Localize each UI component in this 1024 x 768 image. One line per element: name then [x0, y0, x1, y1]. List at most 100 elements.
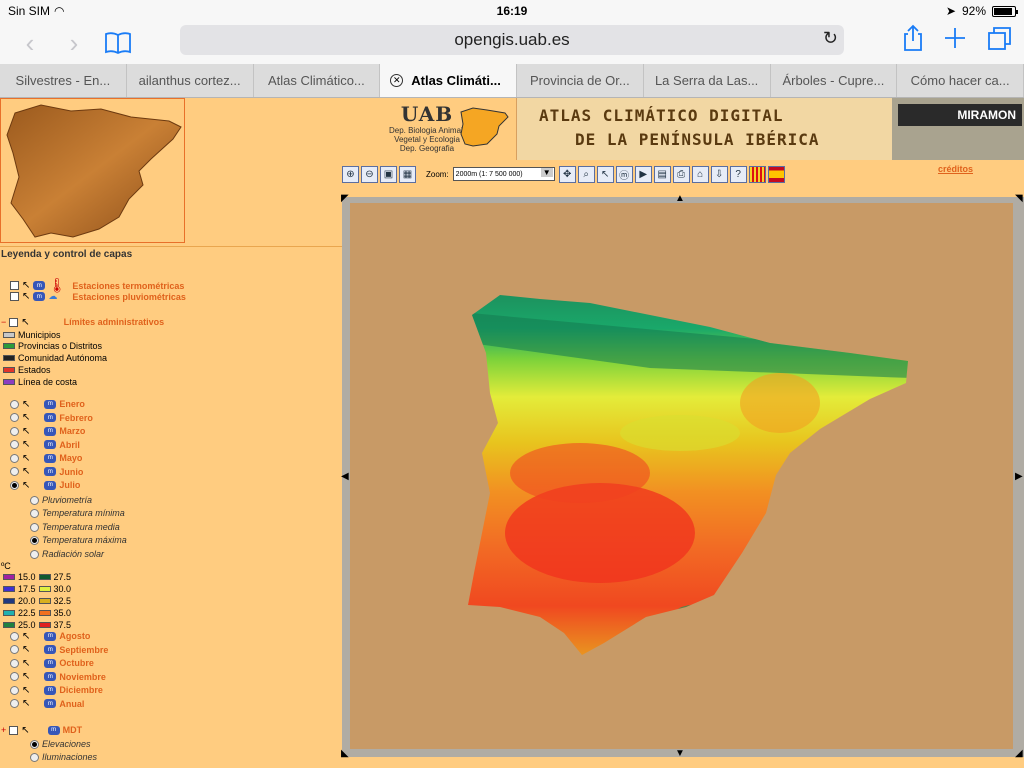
- layer-name[interactable]: MDT: [63, 725, 83, 735]
- layer-info-icon[interactable]: m: [47, 725, 60, 735]
- forward-button[interactable]: ›: [52, 26, 96, 60]
- new-tab-icon[interactable]: [942, 24, 968, 57]
- pointer-icon[interactable]: ↖: [22, 440, 30, 450]
- download-icon[interactable]: ⇩: [710, 165, 728, 183]
- month-radio[interactable]: [10, 672, 19, 681]
- tab-como-hacer[interactable]: Cómo hacer ca...: [897, 64, 1024, 97]
- layer-info-icon[interactable]: m: [44, 645, 57, 654]
- zoom-select[interactable]: 2000m (1: 7 500 000): [452, 167, 555, 181]
- layer-info-icon[interactable]: m: [44, 658, 57, 668]
- mdt-radio[interactable]: [30, 739, 39, 749]
- pan-southwest-icon[interactable]: ◣: [341, 748, 349, 759]
- layer-checkbox[interactable]: [10, 281, 19, 290]
- month-name[interactable]: Julio: [59, 480, 80, 490]
- month-name[interactable]: Agosto: [59, 631, 90, 641]
- pan-northeast-icon[interactable]: ◥: [1015, 193, 1023, 204]
- variable-radio[interactable]: [30, 495, 39, 505]
- mdt-radio[interactable]: [30, 752, 39, 762]
- layer-info-icon[interactable]: m: [33, 292, 46, 301]
- language-spanish-icon[interactable]: [767, 165, 785, 183]
- reload-icon[interactable]: ↻: [823, 28, 838, 49]
- variable-radio[interactable]: [30, 549, 39, 559]
- variable-radio[interactable]: [30, 508, 39, 518]
- layer-info-icon[interactable]: m: [44, 467, 57, 476]
- expand-icon[interactable]: +: [1, 725, 6, 735]
- month-radio[interactable]: [10, 413, 19, 422]
- pointer-icon[interactable]: ↖: [22, 631, 30, 641]
- month-name[interactable]: Enero: [59, 399, 85, 409]
- month-radio[interactable]: [10, 426, 19, 436]
- pointer-icon[interactable]: ↖: [22, 453, 30, 463]
- pointer-icon[interactable]: ↖: [22, 467, 30, 477]
- zoom-window-icon[interactable]: ⌕: [577, 165, 595, 183]
- layer-info-icon[interactable]: m: [44, 413, 57, 422]
- query-icon[interactable]: ↖: [596, 165, 614, 183]
- pan-east-icon[interactable]: ▶: [1015, 471, 1023, 482]
- tab-atlas-active[interactable]: ✕ Atlas Climáti...: [380, 64, 517, 97]
- back-button[interactable]: ‹: [8, 26, 52, 60]
- month-name[interactable]: Noviembre: [59, 672, 106, 682]
- pan-southeast-icon[interactable]: ◢: [1015, 748, 1023, 759]
- variable-radio[interactable]: [30, 535, 39, 545]
- month-radio[interactable]: [10, 685, 19, 695]
- links-icon[interactable]: ▤: [653, 165, 671, 183]
- month-radio[interactable]: [10, 453, 19, 463]
- month-name[interactable]: Marzo: [59, 426, 85, 436]
- miramon-logo[interactable]: MIRAMON: [898, 104, 1022, 126]
- pointer-icon[interactable]: ↖: [21, 725, 29, 735]
- miramon-info-icon[interactable]: ⓜ: [615, 165, 633, 183]
- tab-atlas-1[interactable]: Atlas Climático...: [254, 64, 381, 97]
- pointer-icon[interactable]: ↖: [22, 658, 30, 668]
- layer-info-icon[interactable]: m: [33, 281, 46, 290]
- tab-silvestres[interactable]: Silvestres - En...: [0, 64, 127, 97]
- month-name[interactable]: Octubre: [59, 658, 94, 668]
- pointer-icon[interactable]: ↖: [22, 645, 30, 655]
- month-radio[interactable]: [10, 467, 19, 476]
- pan-northwest-icon[interactable]: ◤: [341, 193, 349, 204]
- map-canvas[interactable]: [350, 203, 1013, 749]
- pointer-icon[interactable]: ↖: [22, 426, 30, 436]
- help-icon[interactable]: ?: [729, 165, 747, 183]
- tab-provincia[interactable]: Provincia de Or...: [517, 64, 644, 97]
- pointer-icon[interactable]: ↖: [22, 480, 30, 490]
- bookmarks-icon[interactable]: [96, 26, 140, 60]
- zoom-full-icon[interactable]: ▦: [399, 165, 416, 183]
- pointer-icon[interactable]: ↖: [22, 685, 30, 695]
- month-radio[interactable]: [10, 440, 19, 449]
- zoom-in-icon[interactable]: ⊕: [342, 165, 359, 183]
- layer-checkbox[interactable]: [10, 292, 19, 301]
- tabs-overview-icon[interactable]: [986, 24, 1014, 57]
- share-icon[interactable]: [902, 24, 924, 57]
- credits-link[interactable]: créditos: [938, 164, 973, 174]
- layer-checkbox[interactable]: [9, 725, 19, 735]
- overview-map[interactable]: [0, 98, 185, 243]
- tab-arboles[interactable]: Árboles - Cupre...: [771, 64, 898, 97]
- zoom-out-icon[interactable]: ⊖: [361, 165, 378, 183]
- variable-radio[interactable]: [30, 522, 39, 532]
- layer-name[interactable]: Estaciones termométricas: [72, 281, 184, 291]
- layer-info-icon[interactable]: m: [44, 426, 57, 436]
- pointer-icon[interactable]: ↖: [22, 413, 30, 423]
- collapse-icon[interactable]: −: [1, 317, 6, 327]
- print-icon[interactable]: ⎙: [672, 165, 690, 183]
- layer-info-icon[interactable]: m: [44, 453, 57, 463]
- month-radio[interactable]: [10, 631, 19, 641]
- video-icon[interactable]: ▶: [634, 165, 652, 183]
- tab-ailanthus[interactable]: ailanthus cortez...: [127, 64, 254, 97]
- home-icon[interactable]: ⌂: [691, 165, 709, 183]
- language-catalan-icon[interactable]: [748, 165, 766, 183]
- layer-info-icon[interactable]: m: [44, 399, 57, 409]
- close-tab-icon[interactable]: ✕: [390, 74, 404, 87]
- pan-west-icon[interactable]: ◀: [341, 471, 349, 482]
- month-name[interactable]: Septiembre: [59, 645, 108, 655]
- month-name[interactable]: Abril: [59, 440, 80, 450]
- layer-name[interactable]: Estaciones pluviométricas: [72, 292, 186, 302]
- layer-info-icon[interactable]: m: [44, 699, 57, 708]
- pan-icon[interactable]: ✥: [558, 165, 576, 183]
- month-name[interactable]: Mayo: [59, 453, 82, 463]
- layer-checkbox[interactable]: [9, 317, 19, 327]
- map-view[interactable]: ▲ ▼ ◀ ▶ ◤ ◥ ◣ ◢: [341, 193, 1024, 759]
- pointer-icon[interactable]: ↖: [22, 672, 30, 682]
- month-name[interactable]: Anual: [59, 699, 84, 709]
- pointer-icon[interactable]: ↖: [22, 399, 30, 409]
